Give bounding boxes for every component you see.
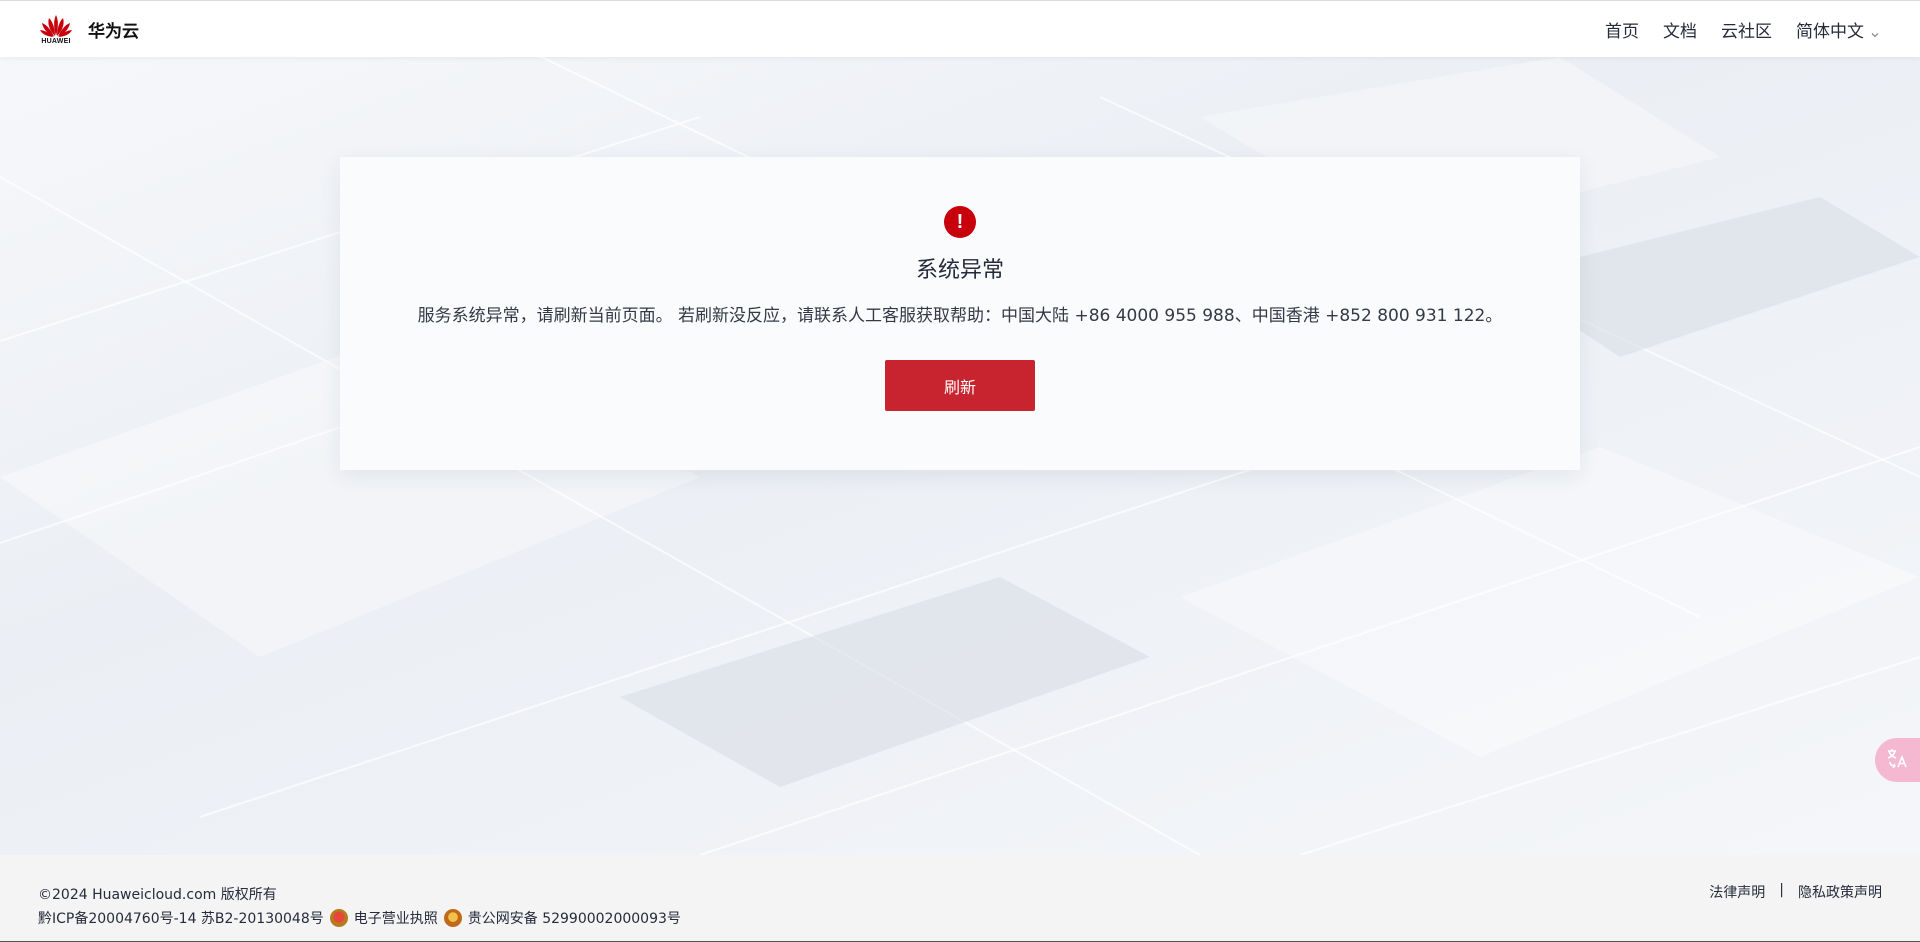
legal-link[interactable]: 法律声明	[1709, 882, 1765, 902]
refresh-button[interactable]: 刷新	[885, 360, 1035, 411]
copyright-line: ©2024 Huaweicloud.com 版权所有	[38, 882, 681, 906]
language-selector[interactable]: 简体中文	[1796, 17, 1880, 42]
error-title: 系统异常	[915, 258, 1004, 283]
police-link[interactable]: 贵公网安备 52990002000093号	[468, 908, 681, 928]
license-link[interactable]: 电子营业执照	[354, 908, 438, 928]
police-badge-icon	[443, 909, 462, 927]
license-badge-icon	[329, 909, 348, 927]
icp-link[interactable]: 黔ICP备20004760号-14 苏B2-20130048号	[38, 908, 324, 928]
top-header: HUAWEI 华为云 首页 文档 云社区 简体中文	[0, 0, 1920, 57]
brand[interactable]: HUAWEI 华为云	[38, 13, 139, 45]
copyright-text: ©2024 Huaweicloud.com 版权所有	[38, 887, 277, 903]
huawei-logo-icon[interactable]: HUAWEI	[38, 13, 74, 45]
translate-float-button[interactable]	[1875, 738, 1920, 782]
error-card: ! 系统异常 服务系统异常，请刷新当前页面。 若刷新没反应，请联系人工客服获取帮…	[340, 157, 1580, 470]
nav-home[interactable]: 首页	[1605, 17, 1639, 42]
top-nav: 首页 文档 云社区 简体中文	[1605, 17, 1880, 42]
logo-text: HUAWEI	[41, 38, 71, 45]
footer: ©2024 Huaweicloud.com 版权所有 黔ICP备20004760…	[0, 855, 1920, 942]
registration-line: 黔ICP备20004760号-14 苏B2-20130048号 电子营业执照 贵…	[38, 906, 681, 930]
privacy-link[interactable]: 隐私政策声明	[1798, 882, 1882, 902]
footer-right: 法律声明 | 隐私政策声明	[1709, 882, 1882, 941]
brand-name[interactable]: 华为云	[88, 17, 139, 42]
chevron-down-icon	[1870, 25, 1880, 38]
footer-separator: |	[1779, 882, 1784, 898]
translate-icon	[1886, 747, 1910, 773]
language-label: 简体中文	[1796, 21, 1864, 42]
nav-community[interactable]: 云社区	[1721, 17, 1772, 42]
footer-left: ©2024 Huaweicloud.com 版权所有 黔ICP备20004760…	[38, 882, 681, 941]
error-message: 服务系统异常，请刷新当前页面。 若刷新没反应，请联系人工客服获取帮助：中国大陆 …	[417, 306, 1503, 326]
error-icon: !	[944, 206, 976, 238]
nav-docs[interactable]: 文档	[1663, 17, 1697, 42]
